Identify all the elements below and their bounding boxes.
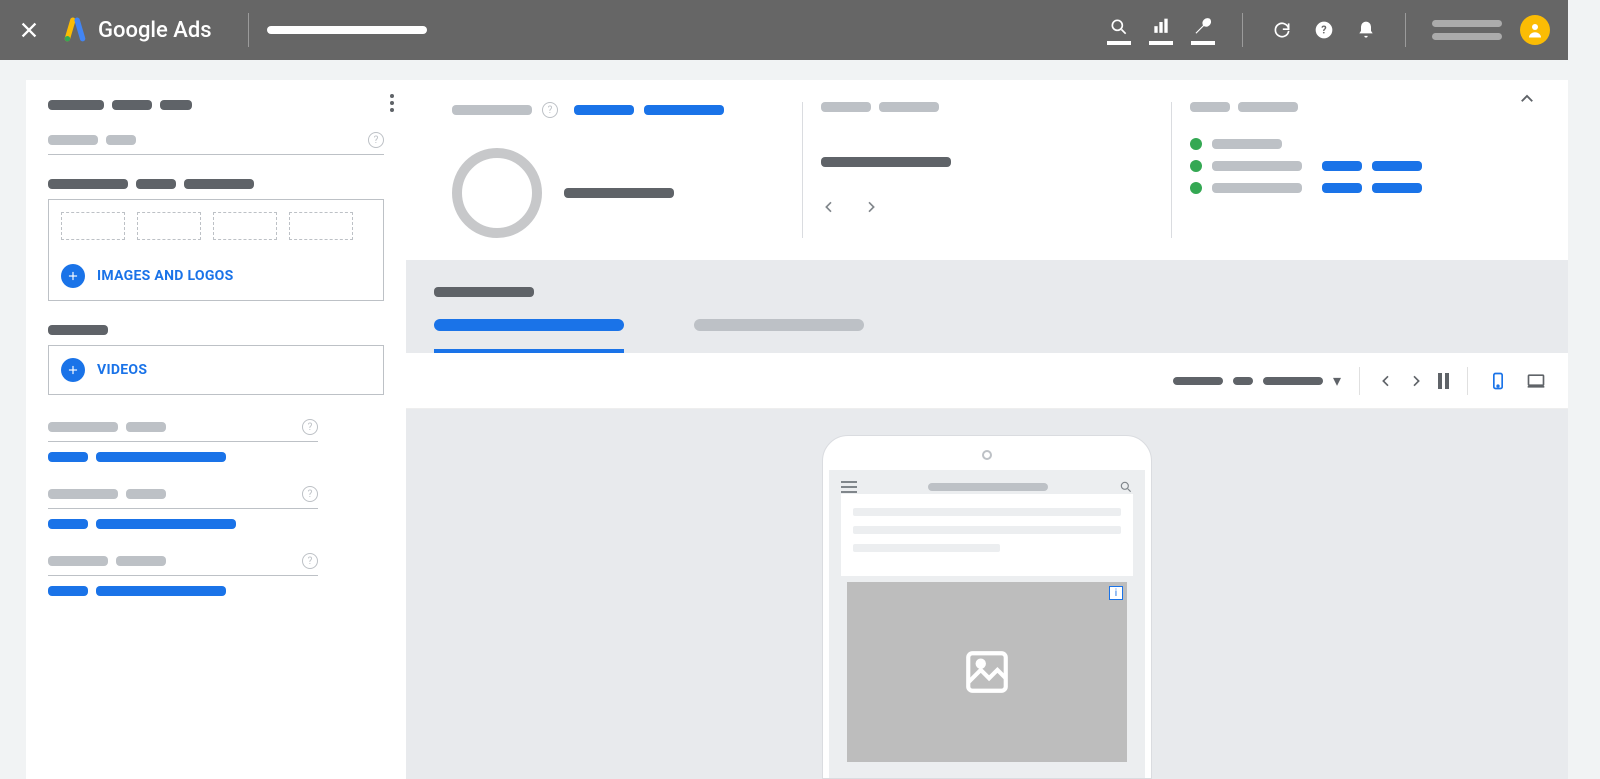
field-row[interactable]: ? — [48, 553, 318, 576]
divider — [1242, 13, 1243, 47]
help-icon[interactable]: ? — [542, 102, 558, 118]
divider — [1405, 13, 1406, 47]
close-icon[interactable] — [18, 19, 40, 41]
ad-preview-unit: i — [847, 582, 1127, 762]
image-slot[interactable] — [213, 212, 277, 240]
product-logo: Google Ads — [62, 17, 212, 43]
account-field-placeholder[interactable] — [267, 26, 427, 34]
plus-icon — [61, 358, 85, 382]
more-menu-icon[interactable] — [390, 94, 394, 112]
help-icon[interactable]: ? — [368, 132, 384, 148]
mock-content — [841, 494, 1133, 576]
search-icon — [1119, 480, 1133, 494]
reports-icon[interactable] — [1149, 15, 1173, 45]
link-row[interactable] — [48, 452, 384, 462]
preview-tab-active[interactable] — [434, 319, 624, 353]
preview-header — [406, 260, 1568, 353]
summary-strip: ? — [406, 80, 1568, 260]
form-panel: ? IMAGES AND LOGOS VIDEOS — [26, 80, 406, 779]
preview-tabs — [434, 319, 1540, 353]
help-icon[interactable]: ? — [1312, 18, 1336, 42]
add-videos-button[interactable]: VIDEOS — [49, 346, 383, 394]
account-info-placeholder — [1432, 20, 1502, 40]
help-icon[interactable]: ? — [302, 419, 318, 435]
menu-icon — [841, 481, 857, 493]
ad-strength-block: ? — [434, 102, 802, 238]
image-slot[interactable] — [137, 212, 201, 240]
images-logos-box: IMAGES AND LOGOS — [48, 199, 384, 301]
videos-box: VIDEOS — [48, 345, 384, 395]
notifications-icon[interactable] — [1354, 18, 1378, 42]
google-ads-icon — [62, 17, 88, 43]
ad-strength-ring — [452, 148, 542, 238]
add-videos-label: VIDEOS — [97, 362, 147, 378]
top-app-bar: Google Ads ? — [0, 0, 1568, 60]
section-heading — [48, 179, 384, 189]
status-dot-icon — [1190, 182, 1202, 194]
pause-icon[interactable] — [1438, 373, 1449, 389]
image-thumbnails — [49, 200, 383, 252]
divider — [248, 13, 249, 47]
refresh-icon[interactable] — [1270, 18, 1294, 42]
checklist-block — [1171, 102, 1540, 238]
mobile-device-icon[interactable] — [1486, 371, 1510, 391]
desktop-device-icon[interactable] — [1524, 371, 1548, 391]
add-images-label: IMAGES AND LOGOS — [97, 268, 234, 284]
preview-toolbar: ▾ — [406, 353, 1568, 409]
next-icon[interactable] — [863, 199, 879, 215]
phone-speaker — [982, 450, 992, 460]
prev-preview-icon[interactable] — [1378, 373, 1394, 389]
status-dot-icon — [1190, 138, 1202, 150]
search-icon[interactable] — [1107, 15, 1131, 45]
suggestions-block — [802, 102, 1171, 238]
checklist-item — [1190, 160, 1522, 172]
checklist-item — [1190, 138, 1522, 150]
collapse-icon[interactable] — [1500, 90, 1554, 112]
prev-icon[interactable] — [821, 199, 837, 215]
user-avatar[interactable] — [1520, 15, 1550, 45]
address-bar-placeholder — [928, 483, 1048, 491]
link-row[interactable] — [48, 586, 384, 596]
preview-stage: i — [406, 409, 1568, 779]
main-content: ? IMAGES AND LOGOS VIDEOS — [0, 60, 1568, 779]
field-row[interactable]: ? — [48, 486, 318, 509]
preview-size-dropdown[interactable]: ▾ — [1173, 371, 1341, 390]
plus-icon — [61, 264, 85, 288]
product-name: Google Ads — [98, 18, 212, 43]
checklist-item — [1190, 182, 1522, 194]
section-heading — [48, 325, 384, 335]
mock-browser: i — [829, 470, 1145, 778]
image-slot[interactable] — [289, 212, 353, 240]
help-icon[interactable]: ? — [302, 486, 318, 502]
form-title — [48, 100, 384, 110]
preview-panel: ? — [406, 80, 1568, 779]
status-dot-icon — [1190, 160, 1202, 172]
help-icon[interactable]: ? — [302, 553, 318, 569]
image-slot[interactable] — [61, 212, 125, 240]
image-placeholder-icon — [962, 647, 1012, 697]
field-final-url[interactable]: ? — [48, 132, 384, 155]
phone-frame: i — [822, 435, 1152, 779]
link-row[interactable] — [48, 519, 384, 529]
svg-text:?: ? — [1321, 23, 1326, 36]
tools-icon[interactable] — [1191, 15, 1215, 45]
next-preview-icon[interactable] — [1408, 373, 1424, 389]
field-row[interactable]: ? — [48, 419, 318, 442]
preview-tab[interactable] — [694, 319, 864, 353]
chevron-down-icon: ▾ — [1333, 371, 1341, 390]
add-images-logos-button[interactable]: IMAGES AND LOGOS — [49, 252, 383, 300]
ad-info-icon[interactable]: i — [1109, 586, 1123, 600]
